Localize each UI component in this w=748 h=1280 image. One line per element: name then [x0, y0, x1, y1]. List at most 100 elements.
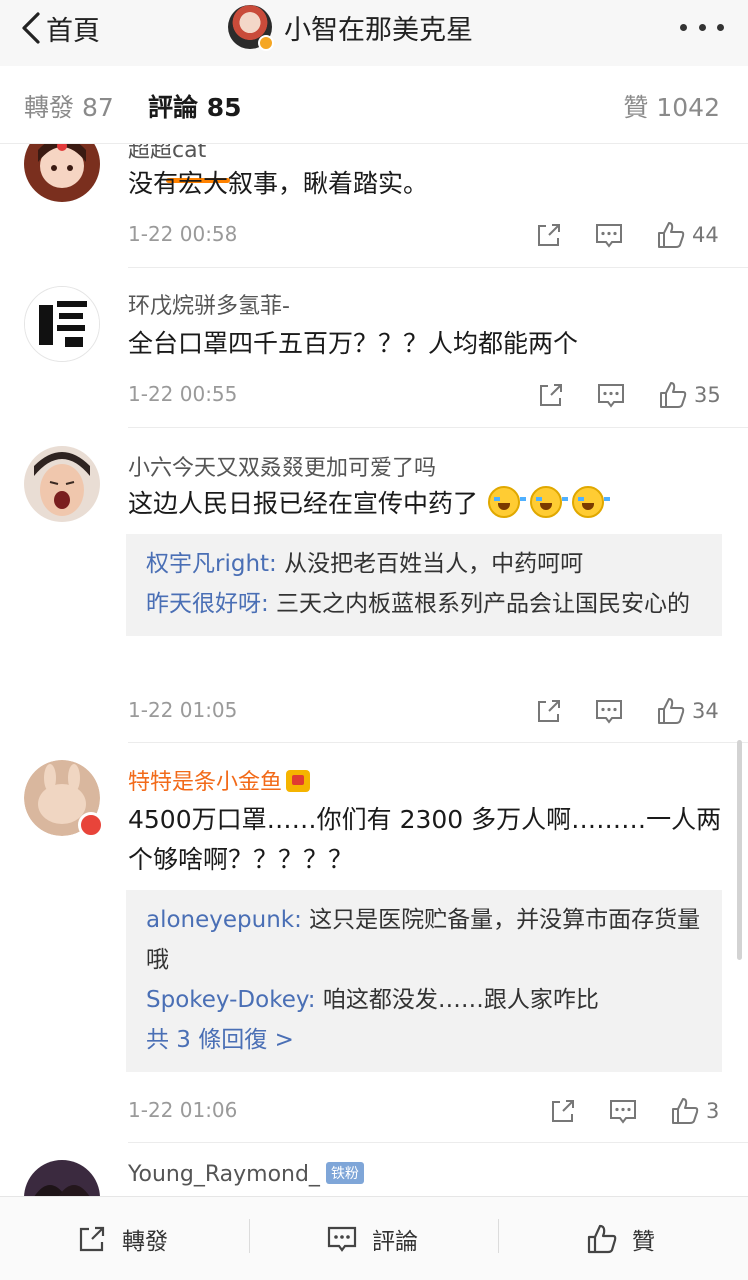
crying-laughing-emoji-icon: [529, 486, 568, 518]
thumbs-up-icon: [658, 698, 685, 724]
thumbs-up-icon: [587, 1224, 617, 1254]
avatar-image: [24, 1160, 100, 1196]
avatar-image: [24, 144, 100, 202]
like-count: 44: [692, 223, 719, 247]
tab-reposts[interactable]: 轉發 87: [24, 88, 114, 124]
crying-laughing-emoji-icon: [571, 486, 610, 518]
post-author[interactable]: 小智在那美克星: [228, 4, 473, 51]
repost-label: 轉發: [122, 1229, 168, 1255]
reply-icon[interactable]: [594, 696, 624, 726]
comment-divider: [128, 1142, 748, 1143]
avatar-image: [24, 446, 100, 522]
back-button[interactable]: 首頁: [18, 8, 100, 48]
tab-comments[interactable]: 評論 85: [148, 88, 242, 124]
reply-username[interactable]: 权宇凡right:: [146, 551, 277, 577]
commenter-avatar[interactable]: [24, 1160, 100, 1196]
comment-username[interactable]: 超超cat: [128, 144, 206, 164]
like-button[interactable]: 34: [656, 694, 719, 728]
top-navbar: 首頁 小智在那美克星: [0, 0, 748, 66]
reply-username[interactable]: Spokey-Dokey:: [146, 987, 316, 1013]
share-icon: [79, 1226, 105, 1252]
comment-footer: 1-22 00:58 44: [0, 216, 748, 256]
reply-item: Spokey-Dokey: 咱这都没发……跟人家咋比: [146, 980, 702, 1020]
post-tabs: 轉發 87 評論 85 贊 1042: [0, 66, 748, 183]
more-dot-icon: [717, 23, 724, 31]
comment-text: 4500万口罩……你们有 2300 多万人啊………一人两个够啥啊？？？？？: [128, 805, 722, 874]
commenter-avatar[interactable]: [24, 144, 100, 202]
comment-list[interactable]: 超超cat 没有宏大叙事，瞅着踏实。 1-22 00:58 44 环戊烷骈多氢菲…: [0, 144, 748, 1196]
repost-button[interactable]: 轉發: [76, 1197, 168, 1280]
comment-text: 全台口罩四千五百万？？？人均都能两个: [128, 329, 579, 358]
author-avatar: [228, 5, 274, 51]
reply-item: aloneyepunk: 这只是医院贮备量，并没算市面存货量哦: [146, 900, 702, 980]
back-label: 首頁: [46, 15, 100, 47]
chevron-left-icon: [22, 12, 40, 44]
like-button[interactable]: 3: [670, 1094, 719, 1128]
comment-footer: 1-22 00:55 35: [0, 376, 748, 416]
like-label: 贊: [632, 1229, 655, 1255]
tab-likes[interactable]: 贊 1042: [623, 88, 720, 124]
crying-laughing-emoji-icon: [487, 486, 526, 518]
reply-item: 权宇凡right: 从没把老百姓当人，中药呵呵: [146, 544, 702, 584]
verified-badge-icon: [258, 35, 274, 51]
share-icon[interactable]: [548, 1096, 578, 1126]
comment-divider: [128, 427, 748, 428]
comment-username-text: Young_Raymond_: [128, 1162, 320, 1187]
more-dot-icon: [698, 23, 706, 31]
comment-username[interactable]: 小六今天又双叒叕更加可爱了吗: [128, 450, 436, 482]
commenter-avatar[interactable]: [24, 760, 104, 838]
comment-icon: [327, 1226, 357, 1252]
commenter-avatar[interactable]: [24, 446, 100, 522]
reply-username[interactable]: 昨天很好呀:: [146, 591, 269, 617]
thumbs-up-icon: [672, 1098, 699, 1124]
more-options-button[interactable]: [680, 14, 724, 40]
vip-crown-icon: [286, 770, 311, 792]
comment-text-content: 这边人民日报已经在宣传中药了: [128, 489, 479, 518]
reply-icon[interactable]: [596, 380, 626, 410]
reply-thread[interactable]: 权宇凡right: 从没把老百姓当人，中药呵呵 昨天很好呀: 三天之内板蓝根系列…: [126, 534, 722, 636]
author-name: 小智在那美克星: [284, 14, 473, 46]
thumbs-up-icon: [660, 382, 687, 408]
bar-divider: [498, 1219, 499, 1253]
reply-item: 昨天很好呀: 三天之内板蓝根系列产品会让国民安心的: [146, 584, 702, 624]
like-count: 35: [694, 383, 721, 407]
commenter-avatar[interactable]: [24, 286, 100, 362]
avatar-image: [25, 287, 99, 361]
comment-time: 1-22 01:05: [128, 698, 238, 722]
comment-text: 这边人民日报已经在宣传中药了: [128, 484, 724, 524]
reply-thread[interactable]: aloneyepunk: 这只是医院贮备量，并没算市面存货量哦 Spokey-D…: [126, 890, 722, 1072]
share-icon[interactable]: [534, 220, 564, 250]
thumbs-up-icon: [658, 222, 685, 248]
comment-footer: 1-22 01:05 34: [0, 692, 748, 732]
like-count: 34: [692, 699, 719, 723]
like-count: 3: [706, 1099, 720, 1123]
comment-time: 1-22 00:58: [128, 222, 238, 246]
bottom-action-bar: 轉發 評論 贊: [0, 1196, 748, 1280]
comment-label: 評論: [372, 1229, 418, 1255]
comment-divider: [128, 742, 748, 743]
fan-badge: 铁粉: [325, 1162, 364, 1184]
view-more-replies-link[interactable]: 共 3 條回復 >: [146, 1020, 702, 1060]
reply-text: 咱这都没发……跟人家咋比: [315, 987, 599, 1013]
comment-username[interactable]: 特特是条小金鱼: [128, 764, 311, 796]
comment-time: 1-22 00:55: [128, 382, 238, 406]
scrollbar[interactable]: [737, 740, 742, 960]
comment-username-text: 特特是条小金鱼: [128, 770, 283, 795]
like-post-button[interactable]: 贊: [586, 1197, 655, 1280]
reply-username[interactable]: aloneyepunk:: [146, 907, 302, 933]
reply-text: 从没把老百姓当人，中药呵呵: [276, 551, 584, 577]
reply-icon[interactable]: [594, 220, 624, 250]
more-dot-icon: [680, 23, 687, 31]
reply-icon[interactable]: [608, 1096, 638, 1126]
comment-text: 没有宏大叙事，瞅着踏实。: [128, 169, 429, 198]
like-button[interactable]: 35: [658, 378, 721, 412]
member-badge-icon: [78, 812, 104, 838]
comment-button[interactable]: 評論: [326, 1197, 418, 1280]
comment-username[interactable]: 环戊烷骈多氢菲-: [128, 288, 290, 320]
comment-divider: [128, 267, 748, 268]
comment-username[interactable]: Young_Raymond_ 铁粉: [128, 1162, 364, 1187]
reply-text: 三天之内板蓝根系列产品会让国民安心的: [268, 591, 691, 617]
like-button[interactable]: 44: [656, 218, 719, 252]
share-icon[interactable]: [536, 380, 566, 410]
share-icon[interactable]: [534, 696, 564, 726]
